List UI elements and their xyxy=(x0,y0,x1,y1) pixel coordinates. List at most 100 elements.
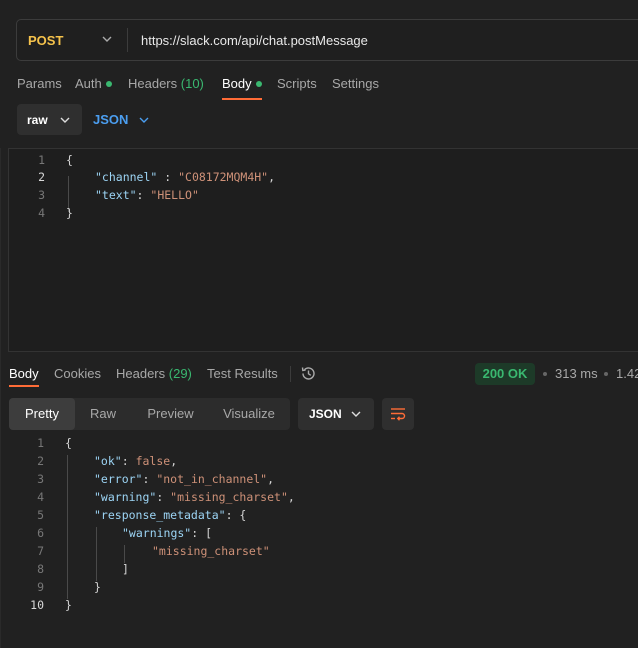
tab-response-headers[interactable]: Headers (29) xyxy=(116,366,192,381)
tab-scripts[interactable]: Scripts xyxy=(277,76,317,91)
status-dot xyxy=(255,80,262,87)
line-number: 8 xyxy=(37,562,44,576)
json-key: "error" xyxy=(94,472,143,486)
indent-guide xyxy=(124,545,125,563)
line-number: 4 xyxy=(37,490,44,504)
tab-params[interactable]: Params xyxy=(17,76,62,91)
response-body-viewer[interactable]: 1 { 2 "ok": false, 3 "error": "not_in_ch… xyxy=(0,434,638,648)
view-pretty[interactable]: Pretty xyxy=(9,398,75,430)
tab-response-body[interactable]: Body xyxy=(9,366,39,381)
request-body-editor[interactable]: 1 { 2 "channel" : "C08172MQM4H", 3 "text… xyxy=(8,148,638,352)
tab-body[interactable]: Body xyxy=(222,76,262,91)
json-key: "channel" xyxy=(95,170,158,184)
json-key: "ok" xyxy=(94,454,122,468)
code-line: "missing_charset" xyxy=(152,544,270,562)
line-number: 5 xyxy=(37,508,44,522)
tab-auth[interactable]: Auth xyxy=(75,76,112,91)
status-dot xyxy=(105,80,112,87)
wrap-lines-button[interactable] xyxy=(382,398,414,430)
tab-test-results[interactable]: Test Results xyxy=(207,366,278,381)
code-line: "channel" : "C08172MQM4H", xyxy=(95,170,275,188)
indent-guide xyxy=(67,455,68,599)
tab-settings[interactable]: Settings xyxy=(332,76,379,91)
line-number: 10 xyxy=(30,598,44,612)
line-number: 4 xyxy=(38,206,45,220)
json-string: "missing_charset" xyxy=(152,544,270,558)
response-format-select[interactable]: JSON xyxy=(298,398,374,430)
chevron-down-icon[interactable] xyxy=(101,33,113,45)
json-punct: : xyxy=(142,472,157,486)
line-number: 3 xyxy=(37,472,44,486)
tab-cookies[interactable]: Cookies xyxy=(54,366,101,381)
divider xyxy=(127,28,128,52)
tab-label: Params xyxy=(17,76,62,91)
line-number: 1 xyxy=(37,436,44,450)
code-line: } xyxy=(66,206,73,220)
response-time[interactable]: 313 ms xyxy=(555,366,598,381)
active-tab-indicator xyxy=(9,385,39,387)
code-line: } xyxy=(94,580,101,594)
json-key: "warnings" xyxy=(122,526,192,540)
json-punct: [ xyxy=(205,526,213,540)
body-type-select[interactable]: raw xyxy=(17,104,82,135)
json-punct: : xyxy=(156,490,171,504)
json-punct: , xyxy=(287,490,295,504)
code-line: "error": "not_in_channel", xyxy=(94,472,274,490)
json-key: "warning" xyxy=(94,490,157,504)
json-punct: : xyxy=(121,454,136,468)
tab-label: Headers xyxy=(116,366,166,381)
json-string: "missing_charset" xyxy=(170,490,288,504)
code-line: "ok": false, xyxy=(94,454,177,472)
json-string: "not_in_channel" xyxy=(156,472,268,486)
json-punct: : xyxy=(136,188,151,202)
format-select[interactable]: JSON xyxy=(93,112,128,127)
tab-count: (10) xyxy=(180,76,204,91)
tab-label: Scripts xyxy=(277,76,317,91)
view-preview[interactable]: Preview xyxy=(133,398,208,430)
line-number: 2 xyxy=(37,454,44,468)
code-line: ] xyxy=(122,562,129,576)
json-punct: , xyxy=(268,170,276,184)
view-visualize[interactable]: Visualize xyxy=(210,398,288,430)
line-number: 7 xyxy=(37,544,44,558)
code-line: "text": "HELLO" xyxy=(95,188,199,206)
wrap-icon xyxy=(391,408,406,421)
json-punct: { xyxy=(239,508,247,522)
response-size[interactable]: 1.42 xyxy=(616,366,638,381)
chevron-down-icon xyxy=(351,411,361,417)
tab-count: (29) xyxy=(168,366,192,381)
active-tab-indicator xyxy=(222,98,262,100)
request-url-bar: POST https://slack.com/api/chat.postMess… xyxy=(16,19,638,61)
indent-guide xyxy=(96,527,97,581)
view-mode-group: Pretty Raw Preview Visualize xyxy=(9,398,290,430)
tab-label: Settings xyxy=(332,76,379,91)
line-number: 9 xyxy=(37,580,44,594)
tab-label: Auth xyxy=(75,76,102,91)
history-icon[interactable] xyxy=(300,365,317,382)
code-line: { xyxy=(66,153,73,167)
line-number: 1 xyxy=(38,153,45,167)
json-string: "C08172MQM4H" xyxy=(178,170,269,184)
code-line: "warning": "missing_charset", xyxy=(94,490,295,508)
json-punct: , xyxy=(267,472,275,486)
code-line: } xyxy=(65,598,72,612)
divider xyxy=(290,366,291,382)
tab-headers[interactable]: Headers (10) xyxy=(128,76,204,91)
line-number: 3 xyxy=(38,188,45,202)
chevron-down-icon xyxy=(60,117,70,123)
method-select[interactable]: POST xyxy=(28,33,63,48)
line-number: 6 xyxy=(37,526,44,540)
separator-dot xyxy=(604,372,608,376)
tab-label: Body xyxy=(222,76,252,91)
json-punct: : xyxy=(191,526,206,540)
json-punct: : xyxy=(225,508,240,522)
line-number: 2 xyxy=(38,170,45,184)
json-punct: : xyxy=(157,170,179,184)
json-punct: , xyxy=(170,454,178,468)
json-key: "response_metadata" xyxy=(94,508,226,522)
chevron-down-icon[interactable] xyxy=(138,114,150,126)
url-input[interactable]: https://slack.com/api/chat.postMessage xyxy=(141,33,368,48)
code-line: "response_metadata": { xyxy=(94,508,246,526)
view-raw[interactable]: Raw xyxy=(75,398,131,430)
status-badge[interactable]: 200 OK xyxy=(475,363,535,385)
